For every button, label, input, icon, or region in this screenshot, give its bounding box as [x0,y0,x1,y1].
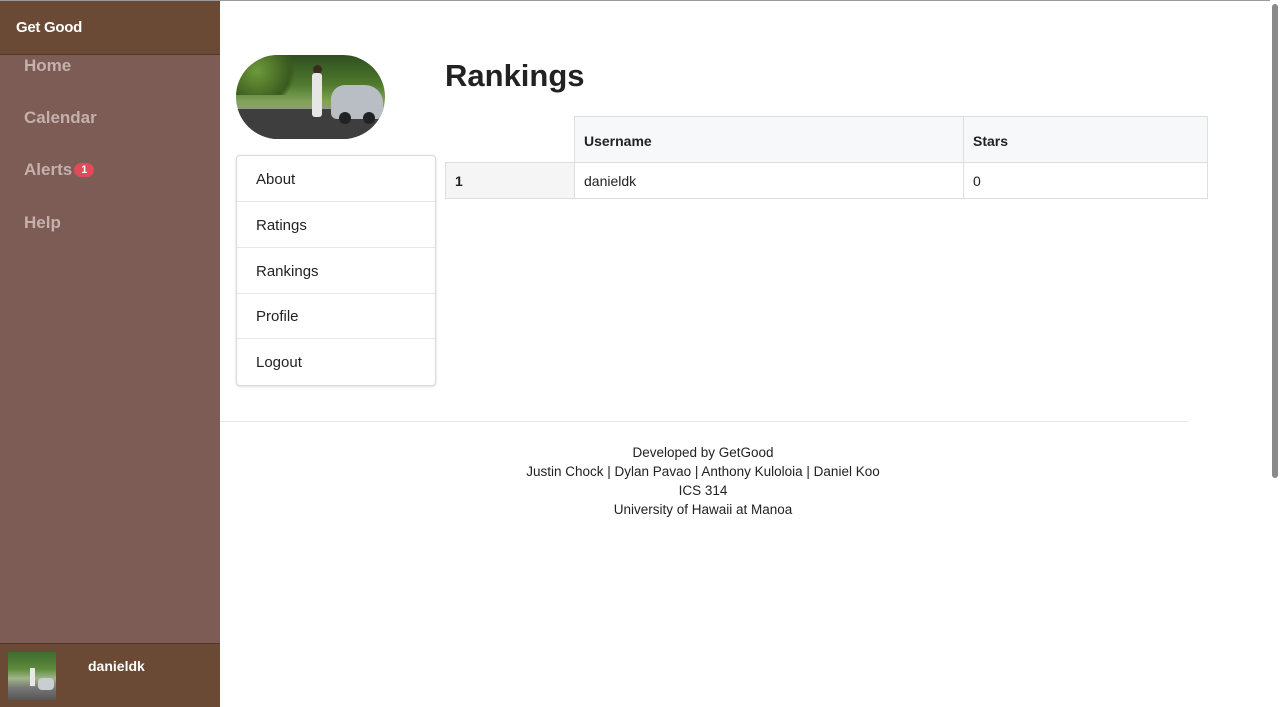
user-bar[interactable]: danieldk [0,643,220,707]
nav-home[interactable]: Home [24,56,71,76]
profile-menu: About Ratings Rankings Profile Logout [236,155,436,386]
column-header-username[interactable]: Username [574,116,963,163]
user-avatar[interactable] [8,652,56,700]
menu-item-rankings[interactable]: Rankings [237,248,435,294]
menu-item-label[interactable]: Rankings [256,263,319,280]
menu-item-ratings[interactable]: Ratings [237,202,435,248]
brand-header[interactable]: Get Good [0,1,220,55]
column-header-rank [445,116,574,163]
menu-item-label[interactable]: Ratings [256,217,307,234]
menu-item-label[interactable]: Profile [256,308,299,325]
scrollbar[interactable] [1270,0,1280,707]
table-cell-rank: 1 [445,163,574,198]
user-name[interactable]: danieldk [88,658,145,674]
scrollbar-thumb[interactable] [1272,4,1278,478]
menu-item-logout[interactable]: Logout [237,339,435,384]
nav-alerts-label[interactable]: Alerts [24,160,72,179]
menu-item-label[interactable]: About [256,171,295,188]
profile-picture [236,55,385,139]
nav-alerts[interactable]: Alerts 1 [24,160,95,180]
nav-calendar[interactable]: Calendar [24,108,97,128]
table-cell-stars: 0 [963,163,1207,198]
sidebar: Get Good Home Calendar Alerts 1 Help dani… [0,1,220,707]
footer-course: ICS 314 [678,483,728,498]
page-title: Rankings [445,58,585,93]
footer-developed-by: Developed by GetGood [632,445,774,460]
column-header-stars[interactable]: Stars [963,116,1207,163]
brand-name[interactable]: Get Good [16,19,82,36]
footer-team: Justin Chock | Dylan Pavao | Anthony Kul… [526,464,880,479]
menu-item-about[interactable]: About [237,156,435,202]
footer-divider [220,421,1188,422]
menu-item-label[interactable]: Logout [256,354,302,371]
table-cell-username: danieldk [574,163,963,198]
alerts-count-badge: 1 [74,163,95,177]
footer-university: University of Hawaii at Manoa [613,502,793,517]
footer: Developed by GetGood Justin Chock | Dyla… [220,443,1186,519]
menu-item-profile[interactable]: Profile [237,293,435,339]
nav-help[interactable]: Help [24,213,61,233]
rankings-table: Username Stars 1 danieldk 0 [445,116,1208,199]
